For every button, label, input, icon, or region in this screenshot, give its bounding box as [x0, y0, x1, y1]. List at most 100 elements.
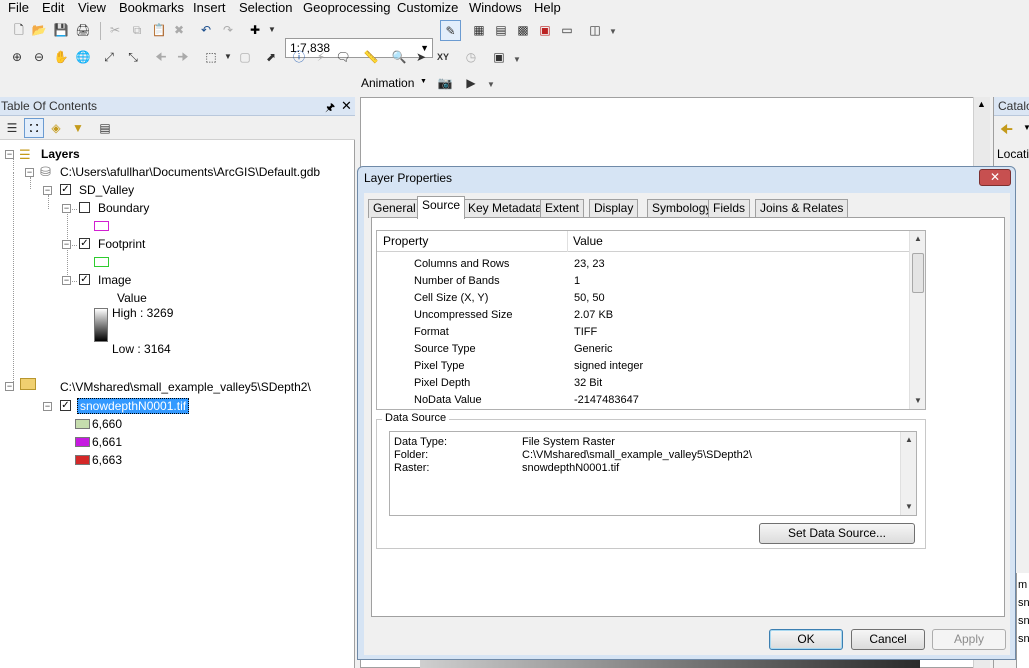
property-row[interactable]: Pixel Depth 32 Bit — [377, 376, 909, 393]
save-icon[interactable]: 💾 — [52, 21, 70, 39]
select-elements-arrow-icon[interactable]: ⬈ — [262, 48, 280, 66]
open-folder-icon[interactable]: 📂 — [30, 21, 48, 39]
property-row[interactable]: Format TIFF — [377, 325, 909, 342]
paste-icon[interactable]: 📋 — [150, 21, 168, 39]
menu-insert[interactable]: Insert — [193, 0, 226, 15]
tab-general[interactable]: General — [368, 199, 421, 218]
new-document-icon[interactable]: 🗋 — [10, 21, 28, 39]
property-column-header[interactable]: Property — [383, 234, 428, 248]
menu-customize[interactable]: Customize — [397, 0, 458, 15]
collapse-toggle[interactable]: − — [43, 402, 52, 411]
image-checkbox[interactable]: ✓ — [79, 274, 90, 285]
scroll-down-icon[interactable]: ▼ — [901, 499, 917, 515]
toolbar-overflow-icon[interactable]: ▼ — [513, 56, 521, 70]
close-icon[interactable]: ✕ — [979, 169, 1011, 186]
hyperlink-icon[interactable]: ⚡ — [312, 48, 330, 66]
tab-symbology[interactable]: Symbology — [647, 199, 717, 218]
table-of-contents-icon[interactable]: ▦ — [470, 21, 488, 39]
chevron-down-icon[interactable]: ▼ — [1023, 123, 1029, 132]
list-by-drawing-order-icon[interactable]: ☰ — [3, 119, 21, 137]
cut-icon[interactable]: ✂ — [106, 21, 124, 39]
tab-fields[interactable]: Fields — [708, 199, 751, 218]
data-source-scrollbar[interactable]: ▲ ▼ — [900, 432, 916, 515]
back-arrow-icon[interactable]: 🠈 — [1000, 119, 1013, 143]
menu-selection[interactable]: Selection — [239, 0, 292, 15]
delete-icon[interactable]: ✖ — [170, 21, 188, 39]
sd-valley-checkbox[interactable]: ✓ — [60, 184, 71, 195]
arctoolbox-icon[interactable]: ▣ — [536, 21, 554, 39]
list-by-selection-icon[interactable]: ▼ — [69, 119, 87, 137]
property-row[interactable]: Source Type Generic — [377, 342, 909, 359]
collapse-toggle[interactable]: − — [62, 276, 71, 285]
image-label[interactable]: Image — [98, 273, 131, 287]
class-swatch-6660[interactable] — [75, 419, 90, 429]
apply-button[interactable]: Apply — [932, 629, 1006, 650]
scroll-up-icon[interactable]: ▲ — [977, 99, 986, 109]
property-row[interactable]: Number of Bands 1 — [377, 274, 909, 291]
python-window-icon[interactable]: ▭ — [558, 21, 576, 39]
add-data-icon[interactable]: ✚ — [246, 21, 264, 39]
undo-icon[interactable]: ↶ — [197, 21, 215, 39]
gdb-path[interactable]: C:\Users\afullhar\Documents\ArcGIS\Defau… — [60, 165, 320, 179]
property-row[interactable]: Uncompressed Size 2.07 KB — [377, 308, 909, 325]
zoom-out-icon[interactable]: ⊖ — [30, 48, 48, 66]
toolbar-overflow-icon[interactable]: ▼ — [487, 81, 495, 95]
animation-controls-icon[interactable]: ▶ — [462, 74, 480, 92]
ok-button[interactable]: OK — [769, 629, 843, 650]
collapse-toggle[interactable]: − — [43, 186, 52, 195]
menu-geoprocessing[interactable]: Geoprocessing — [303, 0, 390, 15]
value-column-header[interactable]: Value — [573, 234, 603, 248]
scrollbar-thumb[interactable] — [912, 253, 924, 293]
set-data-source-button[interactable]: Set Data Source... — [759, 523, 915, 544]
collapse-toggle[interactable]: − — [25, 168, 34, 177]
copy-icon[interactable]: ⧉ — [128, 21, 146, 39]
tab-display[interactable]: Display — [589, 199, 639, 218]
menu-file[interactable]: File — [8, 0, 29, 15]
chevron-down-icon[interactable]: ▼ — [263, 21, 281, 39]
options-icon[interactable]: ▤ — [96, 119, 114, 137]
class-swatch-6661[interactable] — [75, 437, 90, 447]
editor-toolbar-icon[interactable]: ✎ — [440, 20, 461, 41]
menu-view[interactable]: View — [78, 0, 106, 15]
scroll-up-icon[interactable]: ▲ — [910, 231, 926, 247]
boundary-symbol[interactable] — [94, 221, 109, 231]
collapse-toggle[interactable]: − — [5, 150, 14, 159]
html-popup-icon[interactable]: 🗨 — [334, 48, 352, 66]
tab-extent[interactable]: Extent — [540, 199, 585, 218]
list-by-source-icon[interactable]: ⛚ — [24, 118, 44, 138]
full-extent-globe-icon[interactable]: 🌐 — [74, 48, 92, 66]
footprint-checkbox[interactable]: ✓ — [79, 238, 90, 249]
collapse-toggle[interactable]: − — [62, 240, 71, 249]
list-by-visibility-icon[interactable]: ◈ — [47, 119, 65, 137]
chevron-down-icon[interactable]: ▼ — [219, 48, 237, 66]
capture-view-icon[interactable]: 📷 — [436, 74, 454, 92]
menu-edit[interactable]: Edit — [42, 0, 64, 15]
search-window-icon[interactable]: ▩ — [514, 21, 532, 39]
pan-hand-icon[interactable]: ✋ — [52, 48, 70, 66]
measure-icon[interactable]: 📏 — [362, 48, 380, 66]
properties-scrollbar[interactable]: ▲ ▼ — [909, 231, 925, 409]
collapse-toggle[interactable]: − — [5, 382, 14, 391]
folder-path[interactable]: C:\VMshared\small_example_valley5\SDepth… — [60, 380, 311, 394]
tab-joins-relates[interactable]: Joins & Relates — [755, 199, 849, 218]
layers-root[interactable]: Layers — [41, 147, 80, 161]
boundary-label[interactable]: Boundary — [98, 201, 149, 215]
find-route-icon[interactable]: ➤ — [412, 48, 430, 66]
catalog-window-icon[interactable]: ▤ — [492, 21, 510, 39]
property-row[interactable]: Columns and Rows 23, 23 — [377, 257, 909, 274]
clear-selection-icon[interactable]: ▢ — [236, 48, 254, 66]
properties-list[interactable]: Property Value Columns and Rows 23, 23 Nu… — [376, 230, 926, 410]
collapse-toggle[interactable]: − — [62, 204, 71, 213]
raster-label-selected[interactable]: snowdepthN0001.tif — [77, 398, 190, 414]
sd-valley-label[interactable]: SD_Valley — [79, 183, 134, 197]
toolbar-overflow-icon[interactable]: ▼ — [609, 28, 617, 42]
select-features-icon[interactable]: ⬚ — [202, 48, 220, 66]
print-icon[interactable]: 🖨 — [74, 21, 92, 39]
close-icon[interactable]: ✕ — [341, 98, 352, 114]
tab-source[interactable]: Source — [417, 196, 466, 219]
find-binoculars-icon[interactable]: 🔍 — [390, 48, 408, 66]
scroll-up-icon[interactable]: ▲ — [901, 432, 917, 448]
menu-help[interactable]: Help — [534, 0, 561, 15]
back-arrow-icon[interactable]: 🠈 — [152, 48, 170, 66]
footprint-symbol[interactable] — [94, 257, 109, 267]
